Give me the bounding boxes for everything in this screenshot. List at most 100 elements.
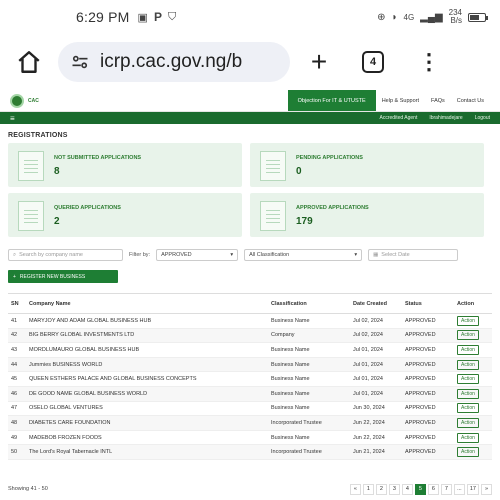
clock: 6:29 PM (76, 9, 130, 25)
page-button[interactable]: « (349, 483, 361, 495)
page-button[interactable]: 7 (440, 483, 452, 495)
nav-contact-us[interactable]: Contact Us (451, 90, 490, 111)
page-button[interactable]: 4 (401, 483, 413, 495)
cell-date-created: Jun 21, 2024 (350, 444, 402, 460)
card-value: 2 (54, 216, 60, 227)
card-approved[interactable]: APPROVED APPLICATIONS 179 (250, 193, 484, 237)
col-status: Status (402, 293, 454, 314)
action-button[interactable]: Action (457, 432, 479, 443)
home-icon (18, 51, 40, 73)
page-button[interactable]: 3 (388, 483, 400, 495)
action-button[interactable]: Action (457, 330, 479, 341)
card-not-submitted[interactable]: NOT SUBMITTED APPLICATIONS 8 (8, 143, 242, 187)
summary-cards: NOT SUBMITTED APPLICATIONS 8 PENDING APP… (0, 143, 500, 237)
classification-select[interactable]: All Classification ▾ (244, 249, 363, 261)
cell-company-name: QUEEN ESTHERS PALACE AND GLOBAL BUSINESS… (26, 371, 268, 387)
cell-action: Action (454, 415, 492, 431)
cell-status: APPROVED (402, 357, 454, 373)
cell-company-name: OSELO GLOBAL VENTURES (26, 401, 268, 417)
cell-status: APPROVED (402, 371, 454, 387)
sub-header: ≡ Accredited Agent Ibrahimadejare Logout (0, 112, 500, 124)
status-select[interactable]: APPROVED ▾ (156, 249, 239, 261)
battery-icon (468, 12, 488, 22)
cell-action: Action (454, 328, 492, 344)
document-icon (18, 151, 44, 181)
hamburger-menu-icon[interactable]: ≡ (10, 114, 15, 123)
address-bar[interactable]: icrp.cac.gov.ng/b (58, 42, 290, 82)
page-button[interactable]: 17 (466, 483, 479, 495)
col-company-name: Company Name (26, 293, 268, 314)
browser-menu-button[interactable]: ⋮ (418, 51, 440, 73)
filter-bar: ⌕ Search by company name Filter by: APPR… (0, 237, 500, 261)
action-button[interactable]: Action (457, 388, 479, 399)
cell-sn: 45 (8, 371, 26, 387)
cell-classification: Incorporated Trustee (268, 444, 350, 460)
cell-company-name: MADEBOB FROZEN FOODS (26, 430, 268, 446)
home-button[interactable] (14, 47, 44, 77)
parking-icon: P (153, 10, 162, 24)
nav-objection[interactable]: Objection For IT & UTUSTE (287, 90, 376, 111)
site-header: CAC Objection For IT & UTUSTE Help & Sup… (0, 90, 500, 112)
page-button[interactable]: 5 (414, 483, 426, 495)
action-button[interactable]: Action (457, 315, 479, 326)
shield-icon: ⛉ (167, 10, 177, 23)
cac-logo-icon (10, 93, 24, 108)
logout-link[interactable]: Logout (475, 115, 490, 121)
page-button[interactable]: 6 (427, 483, 439, 495)
cell-company-name: BIG BERRY GLOBAL INVESTMENTS LTD (26, 328, 268, 344)
nav-faqs[interactable]: FAQs (425, 90, 451, 111)
cell-date-created: Jul 01, 2024 (350, 371, 402, 387)
cell-company-name: MORDLUMAURO GLOBAL BUSINESS HUB (26, 342, 268, 358)
card-pending[interactable]: PENDING APPLICATIONS 0 (250, 143, 484, 187)
action-button[interactable]: Action (457, 344, 479, 355)
new-tab-button[interactable]: + (304, 48, 334, 76)
register-new-business-button[interactable]: + REGISTER NEW BUSINESS (8, 270, 118, 283)
page-button[interactable]: 1 (362, 483, 374, 495)
date-picker[interactable]: ▦ Select Date (368, 249, 459, 261)
action-button[interactable]: Action (457, 417, 479, 428)
status-select-value: APPROVED (161, 252, 192, 258)
cell-action: Action (454, 430, 492, 446)
page-button[interactable]: » (481, 483, 492, 495)
cell-status: APPROVED (402, 328, 454, 344)
cell-date-created: Jul 01, 2024 (350, 342, 402, 358)
tab-switcher-button[interactable]: 4 (362, 51, 384, 73)
col-sn: SN (8, 293, 26, 314)
search-input[interactable]: ⌕ Search by company name (8, 249, 123, 261)
col-classification: Classification (268, 293, 350, 314)
page-title: REGISTRATIONS (8, 132, 68, 139)
table-row: 48 DIABETES CARE FOUNDATION Incorporated T… (8, 415, 492, 431)
register-button-label: REGISTER NEW BUSINESS (19, 273, 86, 280)
cell-status: APPROVED (402, 401, 454, 417)
nav-help-support[interactable]: Help & Support (376, 90, 425, 111)
table-row: 49 MADEBOB FROZEN FOODS Business Name Jun 2… (8, 430, 492, 446)
speed-unit: B/s (450, 16, 462, 25)
table-row: 45 QUEEN ESTHERS PALACE AND GLOBAL BUSINE… (8, 371, 492, 387)
accredited-agent-label: Accredited Agent (379, 115, 418, 121)
card-queried[interactable]: QUERIED APPLICATIONS 2 (8, 193, 242, 237)
cell-action: Action (454, 342, 492, 358)
user-menu[interactable]: Ibrahimadejare (429, 115, 462, 121)
web-page: CAC Objection For IT & UTUSTE Help & Sup… (0, 90, 500, 500)
page-button[interactable]: ... (453, 483, 465, 495)
table-row: 50 The Lord's Royal Tabernacle INTL Incorp… (8, 444, 492, 460)
site-settings-icon[interactable] (70, 52, 90, 72)
cell-classification: Incorporated Trustee (268, 415, 350, 431)
action-button[interactable]: Action (457, 374, 479, 385)
url-text[interactable]: icrp.cac.gov.ng/b (100, 51, 242, 73)
action-button[interactable]: Action (457, 403, 479, 414)
pagination: «1 2 3 4 5 6 7... 17» (349, 483, 492, 495)
cell-sn: 44 (8, 357, 26, 373)
page-button[interactable]: 2 (375, 483, 387, 495)
cell-classification: Business Name (268, 386, 350, 402)
cell-company-name: DE GOOD NAME GLOBAL BUSINESS WORLD (26, 386, 268, 402)
action-button[interactable]: Action (457, 359, 479, 370)
cell-status: APPROVED (402, 444, 454, 460)
action-button[interactable]: Action (457, 447, 479, 458)
cell-classification: Business Name (268, 371, 350, 387)
chevron-down-icon: ▾ (230, 252, 234, 258)
card-label: APPROVED APPLICATIONS (296, 205, 369, 211)
cell-company-name: MARYJOY AND ADAM GLOBAL BUSINESS HUB (26, 313, 268, 329)
card-value: 8 (54, 166, 60, 177)
table-row: 41 MARYJOY AND ADAM GLOBAL BUSINESS HUB Bu… (8, 313, 492, 329)
